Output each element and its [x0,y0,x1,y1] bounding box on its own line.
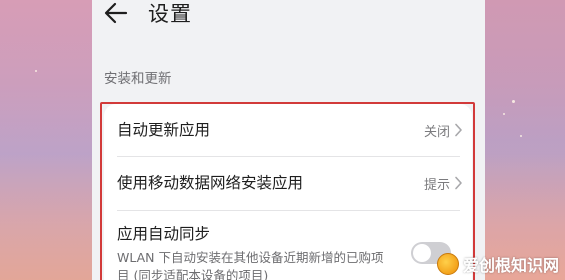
settings-screen: 设置 安装和更新 自动更新应用 关闭 使用移动数据网络安装应用 提示 应用自动同… [92,0,485,280]
app-header: 设置 [92,0,485,40]
section-label: 安装和更新 [104,71,172,87]
wallpaper-star [520,135,522,137]
wallpaper-star [512,100,515,103]
watermark-text: 爱创根知识网 [462,256,559,275]
page-title: 设置 [148,2,192,26]
highlight-frame [100,102,475,280]
wallpaper-star [503,113,505,115]
watermark: 爱创根知识网 [436,252,559,276]
wallpaper-star [35,70,37,72]
back-arrow-icon[interactable] [102,0,130,26]
wallpaper-right [485,0,565,280]
watermark-logo-icon [436,253,459,275]
wallpaper-left [0,0,92,280]
